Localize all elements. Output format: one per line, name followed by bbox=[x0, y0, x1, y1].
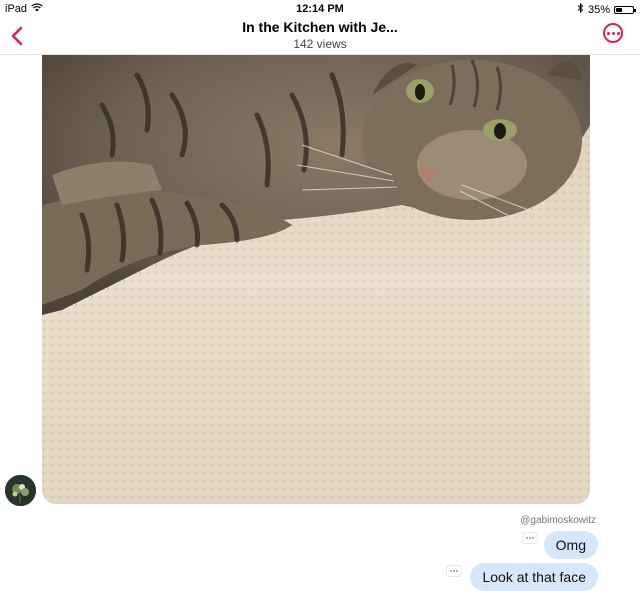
status-right: 35% bbox=[577, 2, 636, 16]
battery-fill bbox=[616, 7, 622, 12]
status-time: 12:14 PM bbox=[296, 3, 344, 15]
bluetooth-icon bbox=[577, 2, 584, 16]
cat-photo[interactable] bbox=[42, 55, 590, 504]
message-bubble[interactable]: Look at that face bbox=[470, 563, 598, 591]
status-bar: iPad 12:14 PM 35% bbox=[0, 0, 640, 18]
conversation-header: In the Kitchen with Je... 142 views bbox=[0, 18, 640, 55]
view-count: 142 views bbox=[293, 37, 347, 51]
conversation-title[interactable]: In the Kitchen with Je... bbox=[0, 19, 640, 35]
battery-percent: 35% bbox=[587, 3, 610, 16]
typing-indicator-icon bbox=[446, 565, 462, 577]
sender-username[interactable]: @gabimoskowitz bbox=[520, 515, 596, 526]
battery-icon bbox=[614, 5, 636, 14]
more-dot bbox=[606, 31, 610, 35]
message-bubble[interactable]: Omg bbox=[543, 531, 598, 559]
more-dot bbox=[611, 31, 615, 35]
more-options-button[interactable] bbox=[603, 23, 623, 43]
avatar[interactable] bbox=[5, 475, 36, 506]
typing-indicator-icon bbox=[522, 532, 538, 544]
more-dot bbox=[616, 31, 620, 35]
